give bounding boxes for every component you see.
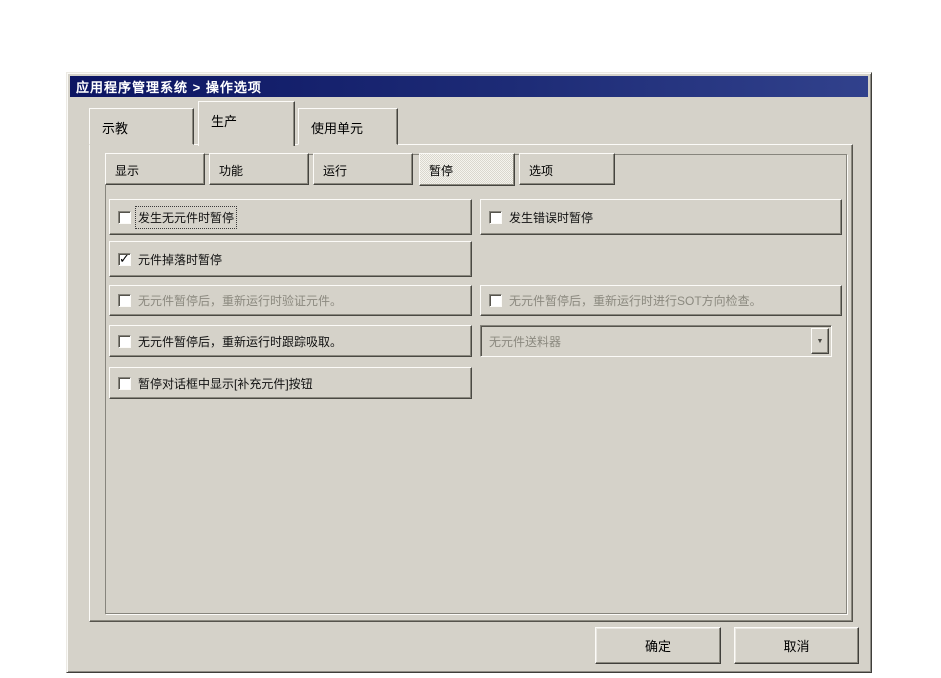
option-panel: 发生无元件时暂停 — [109, 199, 472, 235]
checkbox-verify-component-after-pause — [118, 294, 131, 307]
tab-pause[interactable]: 暂停 — [419, 153, 515, 186]
checkbox-label: 发生错误时暂停 — [509, 210, 594, 225]
check-icon: ✓ — [119, 250, 130, 266]
page-title: 应用程序管理系统 > 操作选项 — [76, 80, 262, 95]
option-panel: 无元件暂停后，重新运行时跟踪吸取。 — [109, 325, 472, 357]
checkbox-label: 发生无元件时暂停 — [134, 205, 238, 229]
checkbox-show-replenish-button[interactable] — [118, 376, 131, 390]
ok-button[interactable]: 确定 — [595, 627, 721, 664]
feeder-combobox: 无元件送料器 ▼ — [480, 325, 832, 357]
tab-teach-label: 示教 — [102, 121, 129, 136]
tab-function-label: 功能 — [219, 164, 244, 178]
checkbox-label: 暂停对话框中显示[补充元件]按钮 — [138, 376, 313, 391]
checkbox-label: 无元件暂停后，重新运行时进行SOT方向检查。 — [509, 294, 762, 308]
tab-display-label: 显示 — [115, 164, 140, 178]
option-panel: ✓ 元件掉落时暂停 — [109, 241, 472, 277]
tab-run-label: 运行 — [323, 164, 348, 178]
checkbox-label: 无元件暂停后，重新运行时跟踪吸取。 — [138, 334, 343, 349]
checkbox-pause-on-error[interactable] — [489, 210, 502, 224]
option-panel: 暂停对话框中显示[补充元件]按钮 — [109, 367, 472, 399]
checkbox-label: 元件掉落时暂停 — [138, 252, 223, 267]
checkbox-pause-no-component[interactable] — [118, 210, 131, 224]
feeder-combobox-value: 无元件送料器 — [489, 334, 562, 349]
tab-usage-unit-label: 使用单元 — [311, 121, 364, 136]
options-dialog: 应用程序管理系统 > 操作选项 示教 生产 使用单元 显示 功能 运行 暂停 选… — [66, 72, 872, 673]
checkbox-sot-direction-check — [489, 294, 502, 307]
chevron-down-icon: ▼ — [816, 337, 824, 345]
tab-usage-unit[interactable]: 使用单元 — [298, 108, 398, 145]
cancel-button[interactable]: 取消 — [734, 627, 859, 664]
option-panel: 无元件暂停后，重新运行时验证元件。 — [109, 285, 472, 316]
tab-options[interactable]: 选项 — [519, 153, 615, 185]
option-panel: 发生错误时暂停 — [480, 199, 842, 235]
tab-function[interactable]: 功能 — [209, 153, 309, 185]
production-tab-page: 显示 功能 运行 暂停 选项 发生无元件时暂停 ✓ 元件掉落时暂停 无元件暂停后… — [89, 144, 853, 622]
checkbox-track-pickup-after-pause[interactable] — [118, 334, 131, 348]
tab-options-label: 选项 — [529, 164, 554, 178]
tab-run[interactable]: 运行 — [313, 153, 413, 185]
tab-pause-label: 暂停 — [429, 164, 454, 178]
title-bar: 应用程序管理系统 > 操作选项 — [70, 76, 868, 97]
ok-button-label: 确定 — [644, 639, 671, 654]
checkbox-pause-component-drop[interactable]: ✓ — [118, 250, 131, 266]
tab-production-label: 生产 — [211, 114, 238, 129]
tab-production[interactable]: 生产 — [198, 101, 295, 146]
option-panel: 无元件暂停后，重新运行时进行SOT方向检查。 — [480, 285, 842, 316]
cancel-button-label: 取消 — [783, 639, 810, 654]
checkbox-label: 无元件暂停后，重新运行时验证元件。 — [138, 294, 343, 308]
combo-arrow-button: ▼ — [811, 328, 829, 354]
tab-display[interactable]: 显示 — [105, 153, 205, 185]
tab-teach[interactable]: 示教 — [89, 108, 194, 145]
